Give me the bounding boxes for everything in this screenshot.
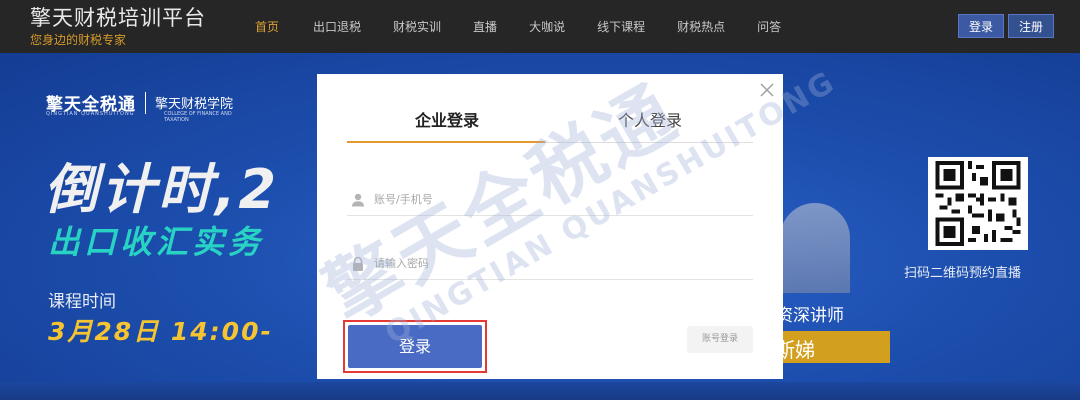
tab-enterprise-login[interactable]: 企业登录 — [347, 110, 547, 132]
nav-item-qa[interactable]: 问答 — [757, 18, 781, 35]
login-button[interactable]: 登录 — [348, 325, 482, 368]
nav-item-expert-talk[interactable]: 大咖说 — [529, 18, 565, 35]
login-tabs: 企业登录 个人登录 — [347, 110, 753, 143]
brand[interactable]: 擎天财税培训平台 您身边的财税专家 — [30, 4, 206, 47]
close-icon[interactable] — [760, 82, 774, 97]
logo-school-text: 擎天财税学院 — [155, 97, 234, 112]
logo-divider — [145, 91, 146, 114]
speaker-title: 资深讲师 — [776, 306, 844, 326]
login-button-highlight: 登录 — [343, 320, 487, 373]
banner-headline: 倒计时,2 — [44, 158, 280, 221]
header-register-button[interactable]: 注册 — [1007, 14, 1054, 38]
course-time-value: 3月28日 14:00- — [48, 317, 273, 346]
auth-buttons: 登录 注册 — [957, 14, 1054, 38]
nav-item-live[interactable]: 直播 — [473, 18, 497, 35]
banner-logo: 擎天全税通 擎天财税学院 QINGTIAN QUANSHUITONG COLLE… — [46, 90, 234, 123]
nav-item-export-tax-refund[interactable]: 出口退税 — [313, 18, 361, 35]
logo-school-english: COLLEGE OF FINANCE AND TAXATION — [164, 111, 232, 123]
course-time-label: 课程时间 — [48, 292, 116, 312]
username-input[interactable] — [374, 193, 734, 206]
nav-item-offline-courses[interactable]: 线下课程 — [597, 18, 645, 35]
username-field — [347, 184, 753, 216]
tab-personal-login[interactable]: 个人登录 — [550, 110, 750, 132]
user-icon — [350, 192, 366, 208]
active-tab-indicator — [347, 141, 545, 143]
brand-subtitle: 您身边的财税专家 — [30, 33, 127, 47]
speaker-portrait — [780, 203, 850, 293]
main-nav: 首页 出口退税 财税实训 直播 大咖说 线下课程 财税热点 问答 — [241, 0, 781, 53]
logo-pinyin-text: QINGTIAN QUANSHUITONG — [46, 111, 135, 117]
password-field — [347, 248, 753, 280]
password-input[interactable] — [374, 257, 734, 270]
qr-caption: 扫码二维码预约直播 — [904, 266, 1022, 281]
banner-subline: 出口收汇实务 — [48, 223, 265, 261]
nav-item-tax-hot-topics[interactable]: 财税热点 — [677, 18, 725, 35]
top-navigation-bar: 擎天财税培训平台 您身边的财税专家 首页 出口退税 财税实训 直播 大咖说 线下… — [0, 0, 1080, 53]
nav-item-tax-training[interactable]: 财税实训 — [393, 18, 441, 35]
account-login-button[interactable]: 账号登录 — [687, 326, 753, 353]
brand-title: 擎天财税培训平台 — [30, 6, 206, 30]
login-modal: 企业登录 个人登录 登录 账号登录 — [317, 74, 783, 379]
qr-code-image — [928, 157, 1028, 250]
nav-item-home[interactable]: 首页 — [255, 18, 279, 35]
lock-icon — [350, 256, 366, 272]
header-login-button[interactable]: 登录 — [957, 14, 1004, 38]
